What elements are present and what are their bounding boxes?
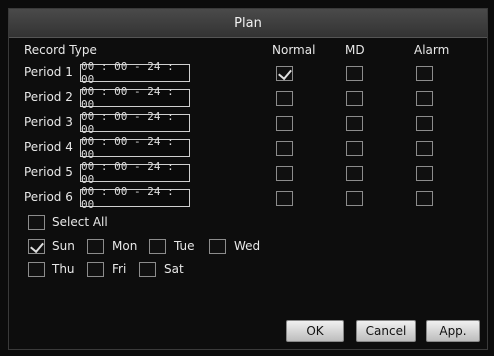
day-mon-label: Mon: [112, 239, 138, 253]
day-sun-checkbox[interactable]: [28, 239, 45, 254]
period-1-time-input[interactable]: 00 : 00 - 24 : 00: [80, 60, 190, 86]
period-4-normal-checkbox[interactable]: [276, 141, 293, 156]
period-5-normal-checkbox[interactable]: [276, 166, 293, 181]
period-3-alarm-checkbox[interactable]: [416, 116, 433, 131]
period-4-md-checkbox[interactable]: [346, 141, 363, 156]
day-sat-checkbox[interactable]: [139, 262, 156, 277]
day-tue-label: Tue: [174, 239, 195, 253]
period-1-normal-checkbox[interactable]: [276, 66, 293, 81]
normal-column-heading: Normal: [272, 43, 316, 57]
period-4-time-input[interactable]: 00 : 00 - 24 : 00: [80, 135, 190, 161]
period-1-alarm-checkbox[interactable]: [416, 66, 433, 81]
period-2-md-checkbox[interactable]: [346, 91, 363, 106]
period-4-label: Period 4: [24, 140, 73, 154]
period-1-md-checkbox[interactable]: [346, 66, 363, 81]
period-2-time-input[interactable]: 00 : 00 - 24 : 00: [80, 85, 190, 111]
record-type-heading: Record Type: [24, 43, 97, 57]
period-1-label: Period 1: [24, 65, 73, 79]
period-3-label: Period 3: [24, 115, 73, 129]
dialog-title: Plan: [234, 15, 262, 31]
select-all-label: Select All: [52, 215, 108, 229]
select-all-checkbox[interactable]: [28, 215, 45, 230]
apply-button[interactable]: App.: [426, 320, 480, 342]
period-2-normal-checkbox[interactable]: [276, 91, 293, 106]
day-fri-label: Fri: [112, 262, 127, 276]
period-6-md-checkbox[interactable]: [346, 191, 363, 206]
day-thu-label: Thu: [52, 262, 75, 276]
dialog-titlebar: Plan: [9, 9, 487, 38]
day-mon-checkbox[interactable]: [87, 239, 104, 254]
period-5-time-input[interactable]: 00 : 00 - 24 : 00: [80, 160, 190, 186]
period-3-normal-checkbox[interactable]: [276, 116, 293, 131]
alarm-column-heading: Alarm: [414, 43, 450, 57]
period-2-alarm-checkbox[interactable]: [416, 91, 433, 106]
period-5-alarm-checkbox[interactable]: [416, 166, 433, 181]
ok-button[interactable]: OK: [286, 320, 344, 342]
period-6-time-input[interactable]: 00 : 00 - 24 : 00: [80, 185, 190, 211]
day-wed-label: Wed: [234, 239, 261, 253]
period-6-alarm-checkbox[interactable]: [416, 191, 433, 206]
day-thu-checkbox[interactable]: [28, 262, 45, 277]
period-4-alarm-checkbox[interactable]: [416, 141, 433, 156]
period-5-label: Period 5: [24, 165, 73, 179]
period-2-label: Period 2: [24, 90, 73, 104]
period-6-normal-checkbox[interactable]: [276, 191, 293, 206]
day-wed-checkbox[interactable]: [209, 239, 226, 254]
period-5-md-checkbox[interactable]: [346, 166, 363, 181]
day-tue-checkbox[interactable]: [149, 239, 166, 254]
day-fri-checkbox[interactable]: [87, 262, 104, 277]
period-3-time-input[interactable]: 00 : 00 - 24 : 00: [80, 110, 190, 136]
period-6-label: Period 6: [24, 190, 73, 204]
md-column-heading: MD: [345, 43, 365, 57]
cancel-button[interactable]: Cancel: [356, 320, 416, 342]
period-3-md-checkbox[interactable]: [346, 116, 363, 131]
day-sun-label: Sun: [52, 239, 75, 253]
day-sat-label: Sat: [164, 262, 184, 276]
